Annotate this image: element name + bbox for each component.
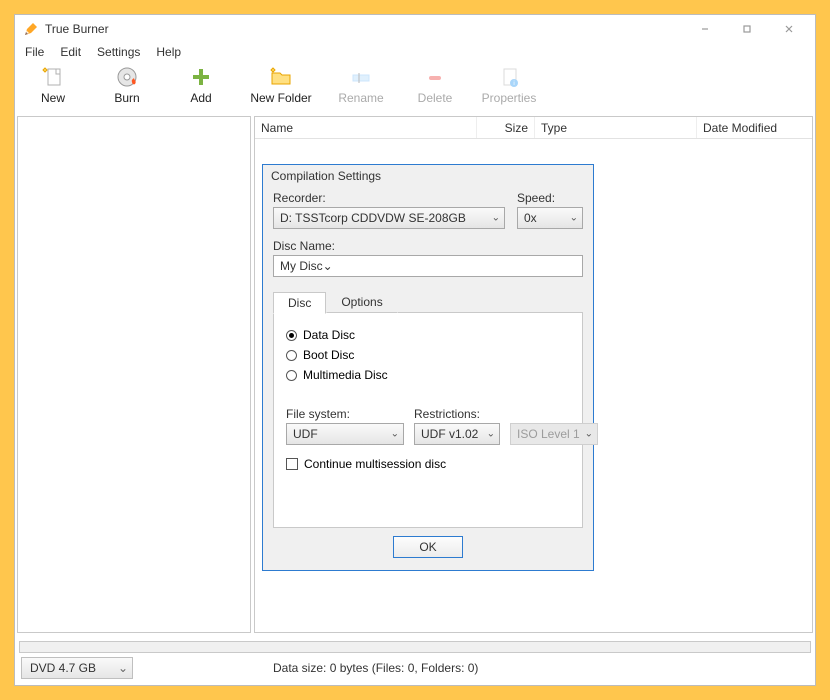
svg-text:i: i (513, 81, 514, 87)
app-window: True Burner File Edit Settings Help New … (14, 14, 816, 686)
continue-multisession-checkbox[interactable]: Continue multisession disc (286, 457, 570, 471)
restrictions-label: Restrictions: (414, 407, 500, 421)
plus-icon (189, 65, 213, 89)
minimize-button[interactable] (685, 17, 725, 41)
chevron-down-icon: ⌄ (492, 213, 500, 224)
dialog-tabs: Disc Options (273, 291, 583, 313)
tab-disc[interactable]: Disc (273, 292, 326, 314)
menubar: File Edit Settings Help (15, 43, 815, 63)
close-button[interactable] (769, 17, 809, 41)
tab-panel-disc: Data Disc Boot Disc Multimedia Disc File… (273, 313, 583, 528)
continue-multisession-label: Continue multisession disc (304, 457, 446, 471)
iso-level-value: ISO Level 1 (517, 427, 580, 441)
recorder-label: Recorder: (273, 191, 505, 205)
chevron-down-icon: ⌄ (487, 429, 495, 440)
toolbar-properties[interactable]: i Properties (479, 63, 539, 113)
toolbar: New Burn Add New Folder Rename (15, 63, 815, 113)
toolbar-newfolder-label: New Folder (250, 91, 311, 105)
radio-data-label: Data Disc (303, 328, 355, 342)
toolbar-burn-label: Burn (114, 91, 139, 105)
ok-label: OK (419, 540, 436, 554)
checkbox-icon (286, 458, 298, 470)
ok-button[interactable]: OK (393, 536, 463, 558)
radio-icon (286, 370, 297, 381)
dialog-footer: OK (273, 528, 583, 560)
iso-level-select: ISO Level 1 ⌄ (510, 423, 598, 445)
speed-select[interactable]: 0x ⌄ (517, 207, 583, 229)
dialog-body: Recorder: D: TSSTcorp CDDVDW SE-208GB ⌄ … (263, 185, 593, 570)
menu-edit[interactable]: Edit (54, 44, 87, 60)
radio-boot-disc[interactable]: Boot Disc (286, 345, 570, 365)
toolbar-burn[interactable]: Burn (97, 63, 157, 113)
discname-label: Disc Name: (273, 239, 583, 253)
restrictions-value: UDF v1.02 (421, 427, 478, 441)
filesystem-value: UDF (293, 427, 318, 441)
pencil-icon (23, 21, 39, 37)
new-file-icon (41, 65, 65, 89)
toolbar-new[interactable]: New (23, 63, 83, 113)
new-folder-icon (269, 65, 293, 89)
maximize-button[interactable] (727, 17, 767, 41)
filesystem-select[interactable]: UDF ⌄ (286, 423, 404, 445)
menu-help[interactable]: Help (150, 44, 187, 60)
chevron-down-icon: ⌄ (570, 213, 578, 224)
recorder-select[interactable]: D: TSSTcorp CDDVDW SE-208GB ⌄ (273, 207, 505, 229)
app-title: True Burner (45, 22, 109, 36)
discname-value: My Disc (280, 259, 323, 273)
chevron-down-icon: ⌄ (323, 259, 333, 273)
properties-icon: i (497, 65, 521, 89)
speed-value: 0x (524, 211, 537, 225)
toolbar-delete-label: Delete (418, 91, 453, 105)
statusbar: DVD 4.7 GB ⌄ Data size: 0 bytes (Files: … (15, 655, 815, 685)
toolbar-rename[interactable]: Rename (331, 63, 391, 113)
size-progress-bar (19, 641, 811, 653)
window-controls (685, 17, 809, 41)
column-name[interactable]: Name (255, 117, 477, 138)
list-header: Name Size Type Date Modified (255, 117, 812, 139)
toolbar-delete[interactable]: Delete (405, 63, 465, 113)
speed-label: Speed: (517, 191, 583, 205)
status-text: Data size: 0 bytes (Files: 0, Folders: 0… (273, 661, 478, 675)
toolbar-properties-label: Properties (482, 91, 537, 105)
toolbar-rename-label: Rename (338, 91, 383, 105)
disc-type-select[interactable]: DVD 4.7 GB ⌄ (21, 657, 133, 679)
delete-icon (423, 65, 447, 89)
radio-icon (286, 350, 297, 361)
rename-icon (349, 65, 373, 89)
toolbar-add-label: Add (190, 91, 211, 105)
disc-burn-icon (115, 65, 139, 89)
column-type[interactable]: Type (535, 117, 697, 138)
column-date-modified[interactable]: Date Modified (697, 117, 812, 138)
titlebar: True Burner (15, 15, 815, 43)
column-size[interactable]: Size (477, 117, 535, 138)
dialog-title: Compilation Settings (263, 165, 593, 185)
menu-file[interactable]: File (19, 44, 50, 60)
chevron-down-icon: ⌄ (110, 661, 128, 675)
recorder-value: D: TSSTcorp CDDVDW SE-208GB (280, 211, 466, 225)
radio-multimedia-label: Multimedia Disc (303, 368, 388, 382)
disc-type-value: DVD 4.7 GB (30, 661, 96, 675)
filesystem-label: File system: (286, 407, 404, 421)
discname-input[interactable]: My Disc ⌄ (273, 255, 583, 277)
toolbar-add[interactable]: Add (171, 63, 231, 113)
tree-panel[interactable] (17, 116, 251, 633)
restrictions-select[interactable]: UDF v1.02 ⌄ (414, 423, 500, 445)
menu-settings[interactable]: Settings (91, 44, 146, 60)
tab-options[interactable]: Options (326, 291, 397, 313)
toolbar-newfolder[interactable]: New Folder (245, 63, 317, 113)
radio-icon (286, 330, 297, 341)
radio-multimedia-disc[interactable]: Multimedia Disc (286, 365, 570, 385)
toolbar-new-label: New (41, 91, 65, 105)
compilation-settings-dialog: Compilation Settings Recorder: D: TSSTco… (262, 164, 594, 571)
radio-boot-label: Boot Disc (303, 348, 354, 362)
chevron-down-icon: ⌄ (391, 429, 399, 440)
chevron-down-icon: ⌄ (585, 429, 593, 440)
radio-data-disc[interactable]: Data Disc (286, 325, 570, 345)
